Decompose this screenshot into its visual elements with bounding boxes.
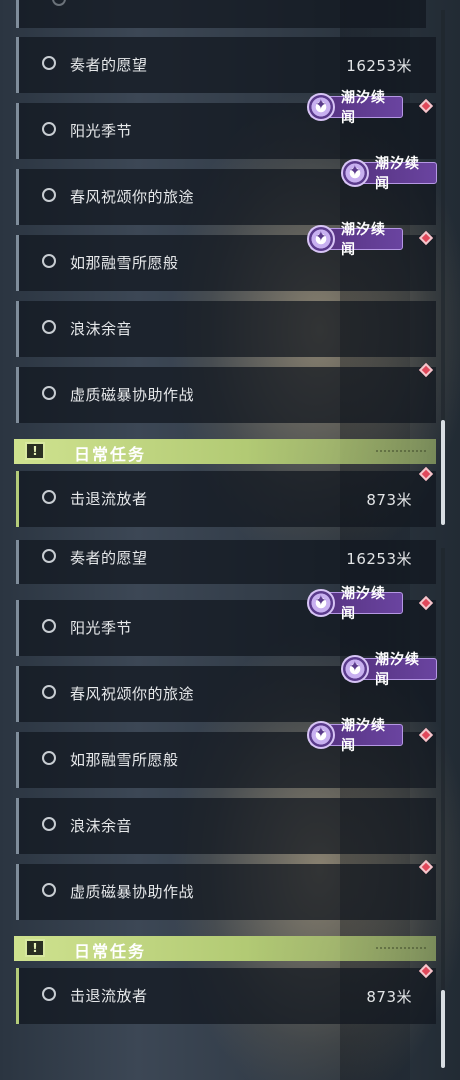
- quest-name: 春风祝颂你的旅途: [70, 188, 195, 206]
- tide-emblem-icon: [341, 159, 369, 187]
- scrollbar-thumb[interactable]: [441, 420, 445, 525]
- quest-distance: 873米: [366, 491, 412, 509]
- quest-name: 虚质磁暴协助作战: [70, 386, 195, 404]
- exclamation-icon: !: [25, 442, 45, 460]
- quest-name: 虚质磁暴协助作战: [70, 883, 195, 901]
- tide-tag-label: 潮汐续闻: [341, 222, 386, 258]
- scrollbar[interactable]: [441, 10, 445, 525]
- quest-name: 阳光季节: [70, 619, 133, 637]
- section-title: 日常任务: [74, 445, 147, 464]
- quest-status-circle-icon: [42, 490, 56, 504]
- quest-status-circle-icon: [42, 254, 56, 268]
- quest-row[interactable]: 浪沫余音: [16, 798, 436, 854]
- tide-emblem-icon: [341, 655, 369, 683]
- quest-distance: 873米: [366, 988, 412, 1006]
- section-title: 日常任务: [74, 942, 147, 961]
- quest-name: 如那融雪所愿般: [70, 751, 179, 769]
- quest-status-circle-icon: [42, 549, 56, 563]
- quest-status-circle-icon: [52, 0, 66, 6]
- quest-name: 如那融雪所愿般: [70, 254, 179, 272]
- quest-name: 春风祝颂你的旅途: [70, 685, 195, 703]
- tide-tag: 潮汐续闻: [307, 586, 403, 622]
- quest-status-circle-icon: [42, 188, 56, 202]
- quest-status-circle-icon: [42, 883, 56, 897]
- quest-status-circle-icon: [42, 320, 56, 334]
- tide-tag: 潮汐续闻: [341, 156, 437, 192]
- quest-name: 击退流放者: [70, 987, 148, 1005]
- quest-status-circle-icon: [42, 122, 56, 136]
- quest-status-circle-icon: [42, 56, 56, 70]
- quest-status-circle-icon: [42, 685, 56, 699]
- header-decoration: [376, 450, 426, 452]
- tide-tag: 潮汐续闻: [341, 652, 437, 688]
- daily-quest-row[interactable]: 击退流放者 873米: [16, 968, 436, 1024]
- tide-tag: 潮汐续闻: [307, 90, 403, 126]
- quest-panel-top: 奏者的愿望 16253米 阳光季节 潮汐续闻 春风祝颂你的旅途 潮汐续闻 如那融…: [0, 0, 460, 540]
- daily-quest-row[interactable]: 击退流放者 873米: [16, 471, 436, 527]
- header-decoration: [376, 947, 426, 949]
- tide-tag-label: 潮汐续闻: [341, 718, 386, 754]
- daily-section-header[interactable]: ! 日常任务: [14, 439, 436, 464]
- quest-row[interactable]: 虚质磁暴协助作战: [16, 367, 436, 423]
- quest-distance: 16253米: [346, 550, 412, 568]
- tide-tag-label: 潮汐续闻: [341, 90, 386, 126]
- quest-row-partial[interactable]: [16, 0, 426, 28]
- quest-name: 阳光季节: [70, 122, 133, 140]
- quest-status-circle-icon: [42, 817, 56, 831]
- quest-name: 浪沫余音: [70, 817, 133, 835]
- quest-row[interactable]: 奏者的愿望 16253米: [16, 540, 436, 584]
- quest-panel-bottom: 奏者的愿望 16253米 阳光季节 潮汐续闻 春风祝颂你的旅途 潮汐续闻 如那融…: [0, 540, 460, 1080]
- tide-emblem-icon: [307, 225, 335, 253]
- scrollbar[interactable]: [441, 548, 445, 1068]
- quest-name: 奏者的愿望: [70, 56, 148, 74]
- quest-name: 浪沫余音: [70, 320, 133, 338]
- daily-section-header[interactable]: ! 日常任务: [14, 936, 436, 961]
- quest-status-circle-icon: [42, 619, 56, 633]
- exclamation-icon: !: [25, 939, 45, 957]
- quest-row[interactable]: 奏者的愿望 16253米: [16, 37, 436, 93]
- quest-name: 击退流放者: [70, 490, 148, 508]
- tide-emblem-icon: [307, 589, 335, 617]
- scrollbar-thumb[interactable]: [441, 990, 445, 1068]
- tide-tag: 潮汐续闻: [307, 222, 403, 258]
- quest-name: 奏者的愿望: [70, 549, 148, 567]
- quest-status-circle-icon: [42, 751, 56, 765]
- tide-tag: 潮汐续闻: [307, 718, 403, 754]
- tide-tag-label: 潮汐续闻: [341, 586, 386, 622]
- quest-row[interactable]: 浪沫余音: [16, 301, 436, 357]
- tide-tag-label: 潮汐续闻: [375, 652, 420, 688]
- tide-emblem-icon: [307, 721, 335, 749]
- quest-status-circle-icon: [42, 386, 56, 400]
- quest-status-circle-icon: [42, 987, 56, 1001]
- quest-distance: 16253米: [346, 57, 412, 75]
- tide-tag-label: 潮汐续闻: [375, 156, 420, 192]
- tide-emblem-icon: [307, 93, 335, 121]
- quest-row[interactable]: 虚质磁暴协助作战: [16, 864, 436, 920]
